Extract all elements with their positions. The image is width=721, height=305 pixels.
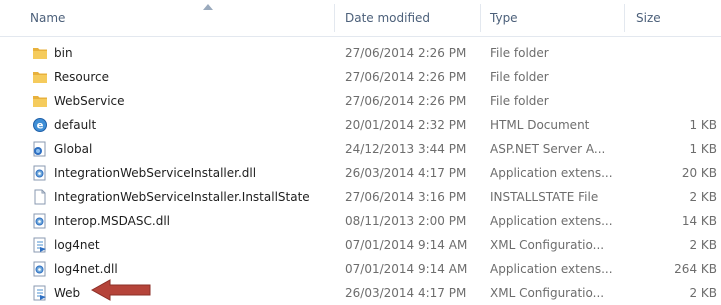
file-date-modified: 26/03/2014 4:17 PM bbox=[345, 166, 467, 180]
file-type: File folder bbox=[490, 70, 549, 84]
file-type: Application extens... bbox=[490, 166, 613, 180]
file-size: 2 KB bbox=[689, 238, 717, 252]
file-size: 2 KB bbox=[689, 190, 717, 204]
column-header-date[interactable]: Date modified bbox=[345, 0, 430, 36]
file-type: File folder bbox=[490, 94, 549, 108]
file-name: bin bbox=[54, 46, 73, 60]
column-divider[interactable] bbox=[334, 4, 335, 32]
file-type: ASP.NET Server A... bbox=[490, 142, 606, 156]
file-size: 14 KB bbox=[681, 214, 717, 228]
file-date-modified: 07/01/2014 9:14 AM bbox=[345, 238, 468, 252]
file-row[interactable]: bin 27/06/2014 2:26 PM File folder bbox=[0, 41, 721, 65]
file-size: 1 KB bbox=[689, 118, 717, 132]
file-type: HTML Document bbox=[490, 118, 590, 132]
file-size: 264 KB bbox=[674, 262, 717, 276]
file-name: Global bbox=[54, 142, 93, 156]
file-row[interactable]: IntegrationWebServiceInstaller.InstallSt… bbox=[0, 185, 721, 209]
red-arrow-pointing-left-icon bbox=[90, 279, 151, 301]
file-date-modified: 26/03/2014 4:17 PM bbox=[345, 286, 467, 300]
file-explorer-details-view: Name Date modified Type Size bin 27/06/20… bbox=[0, 0, 721, 301]
svg-text:e: e bbox=[37, 121, 44, 132]
file-date-modified: 27/06/2014 2:26 PM bbox=[345, 94, 467, 108]
file-row[interactable]: Global 24/12/2013 3:44 PM ASP.NET Server A… bbox=[0, 137, 721, 161]
file-name: IntegrationWebServiceInstaller.InstallSt… bbox=[54, 190, 310, 204]
sort-ascending-icon bbox=[203, 4, 213, 10]
file-date-modified: 24/12/2013 3:44 PM bbox=[345, 142, 467, 156]
column-header-name[interactable]: Name bbox=[30, 0, 65, 36]
file-type: Application extens... bbox=[490, 214, 613, 228]
file-date-modified: 27/06/2014 2:26 PM bbox=[345, 46, 467, 60]
column-divider[interactable] bbox=[480, 4, 481, 32]
file-row[interactable]: WebService 27/06/2014 2:26 PM File folder bbox=[0, 89, 721, 113]
file-date-modified: 08/11/2013 2:00 PM bbox=[345, 214, 467, 228]
file-date-modified: 27/06/2014 2:26 PM bbox=[345, 70, 467, 84]
file-name: log4net.dll bbox=[54, 262, 118, 276]
file-row[interactable]: log4net 07/01/2014 9:14 AM XML Configurati… bbox=[0, 233, 721, 257]
file-row[interactable]: Interop.MSDASC.dll 08/11/2013 2:00 PM Appl… bbox=[0, 209, 721, 233]
file-date-modified: 27/06/2014 3:16 PM bbox=[345, 190, 467, 204]
file-name: log4net bbox=[54, 238, 100, 252]
column-header-bar: Name Date modified Type Size bbox=[0, 0, 721, 37]
file-name: default bbox=[54, 118, 97, 132]
column-divider[interactable] bbox=[624, 4, 625, 32]
file-name: Resource bbox=[54, 70, 110, 84]
file-name: Web bbox=[54, 286, 81, 300]
file-name: WebService bbox=[54, 94, 125, 108]
file-row[interactable]: log4net.dll 07/01/2014 9:14 AM Application… bbox=[0, 257, 721, 281]
column-header-size[interactable]: Size bbox=[636, 0, 661, 36]
file-date-modified: 20/01/2014 2:32 PM bbox=[345, 118, 467, 132]
file-type: XML Configuratio... bbox=[490, 238, 605, 252]
file-row[interactable]: IntegrationWebServiceInstaller.dll 26/03/… bbox=[0, 161, 721, 185]
file-name: Interop.MSDASC.dll bbox=[54, 214, 170, 228]
file-type: File folder bbox=[490, 46, 549, 60]
file-size: 2 KB bbox=[689, 286, 717, 300]
file-type: XML Configuratio... bbox=[490, 286, 605, 300]
column-header-type[interactable]: Type bbox=[490, 0, 518, 36]
file-name: IntegrationWebServiceInstaller.dll bbox=[54, 166, 257, 180]
file-row[interactable]: Resource 27/06/2014 2:26 PM File folder bbox=[0, 65, 721, 89]
file-type: INSTALLSTATE File bbox=[490, 190, 599, 204]
file-date-modified: 07/01/2014 9:14 AM bbox=[345, 262, 468, 276]
file-type: Application extens... bbox=[490, 262, 613, 276]
file-size: 20 KB bbox=[681, 166, 717, 180]
file-row[interactable]: e default 20/01/2014 2:32 PM HTML Document 1… bbox=[0, 113, 721, 137]
file-size: 1 KB bbox=[689, 142, 717, 156]
file-list: bin 27/06/2014 2:26 PM File folder Resource… bbox=[0, 41, 721, 305]
